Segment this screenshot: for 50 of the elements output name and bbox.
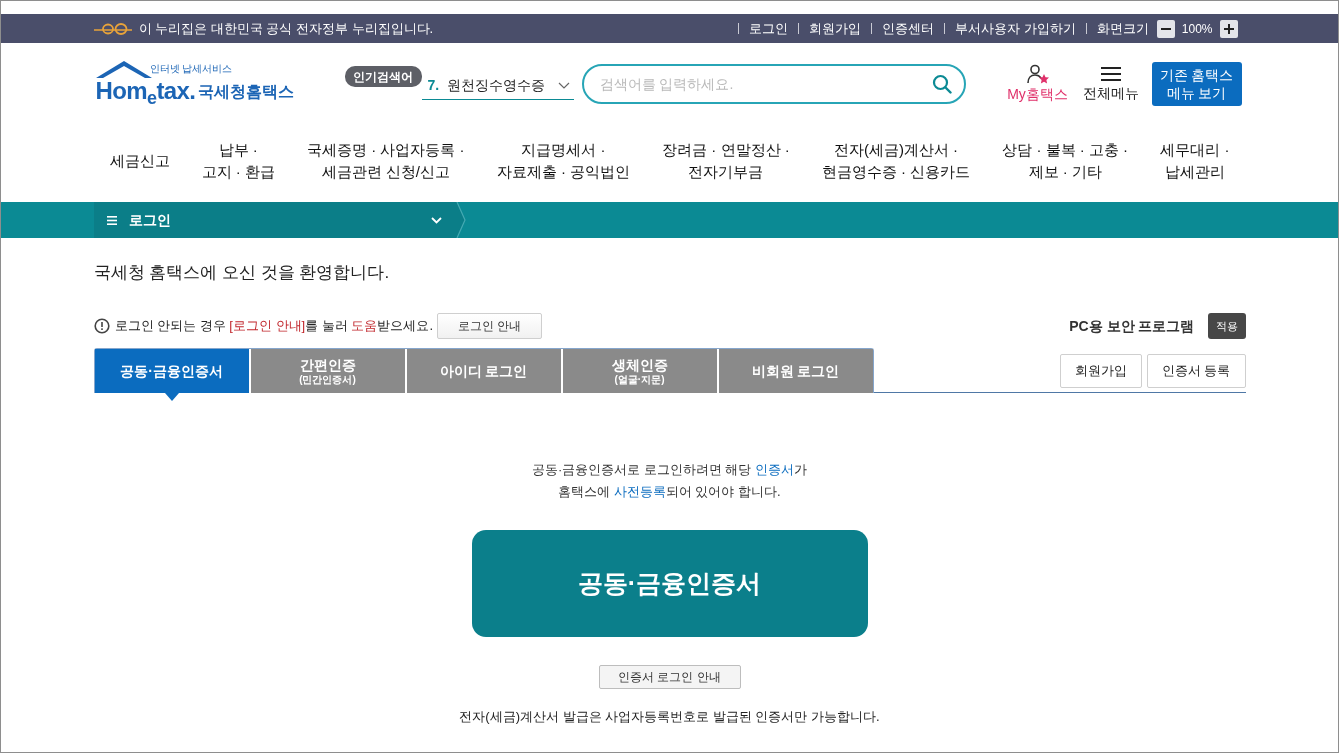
top-link[interactable]: 인증센터 <box>882 18 935 39</box>
logo-name: 국세청홈택스 <box>198 84 295 100</box>
nav-menu-item[interactable]: 납부 · 고지 · 환급 <box>201 138 275 183</box>
logo-icon <box>93 22 132 35</box>
side-button[interactable]: 회원가입 <box>1059 354 1142 388</box>
footnote-text: 전자(세금)계산서 발급은 사업자등록번호로 발급된 인증서만 가능합니다. <box>459 708 880 726</box>
login-tab[interactable]: 공동·금융인증서 <box>94 349 249 393</box>
roof-icon <box>95 61 152 78</box>
zoom-in-button[interactable] <box>1219 19 1238 38</box>
certificate-notice: 공동·금융인증서로 로그인하려면 해당 인증서 가 홈택스에 사전등록되어 있어야 합니다. <box>531 461 808 501</box>
zoom-value: 100% <box>1181 20 1213 38</box>
nav-menu-item[interactable]: 세금신고 <box>109 149 170 172</box>
popular-search-badge: 인기검색어 <box>344 66 422 87</box>
menu-icon <box>106 215 117 225</box>
nav-menu-item[interactable]: 국세증명 · 사업자등록 · 세금관련 신청/신고 <box>307 138 465 183</box>
minus-icon <box>1160 27 1171 30</box>
login-guide-button[interactable]: 로그인 안내 <box>437 313 543 339</box>
nav-menu-item[interactable]: 세무대리 · 납세관리 <box>1160 138 1230 183</box>
search-icon[interactable] <box>931 74 952 94</box>
zoom-label: 화면크기 <box>1096 19 1149 38</box>
top-link[interactable]: 로그인 <box>749 18 789 39</box>
nav-menu-item[interactable]: 전자(세금)계산서 · 현금영수증 · 신용카드 <box>821 138 971 183</box>
exclamation-circle-icon <box>93 318 110 334</box>
nav-menu-item[interactable]: 지급명세서 · 자료제출 · 공익법인 <box>496 138 631 183</box>
my-hometax-link[interactable]: My홈택스 <box>1005 63 1070 105</box>
login-help-text: 로그인 안되는 경우 [로그인 안내]를 눌러 도움받으세요. <box>114 317 434 336</box>
certificate-login-button[interactable]: 공동·금융인증서 <box>471 530 868 637</box>
zoom-out-button[interactable] <box>1156 19 1175 38</box>
top-link[interactable]: 회원가입 <box>809 18 862 39</box>
menu-icon <box>1100 64 1121 81</box>
certificate-guide-button[interactable]: 인증서 로그인 안내 <box>598 665 741 689</box>
nav-menu-item[interactable]: 상담 · 불복 · 고충 · 제보 · 기타 <box>1002 138 1129 183</box>
classic-menu-button[interactable]: 기존 홈택스 메뉴 보기 <box>1151 62 1242 106</box>
nav-menu-item[interactable]: 장려금 · 연말정산 · 전자기부금 <box>662 138 790 183</box>
search-field[interactable]: 검색어를 입력하세요. <box>581 64 966 104</box>
official-site-notice: 이 누리집은 대한민국 공식 전자정부 누리집입니다. <box>138 19 434 38</box>
logo-wordmark: Hom$_{e}$tax. <box>95 79 196 103</box>
top-link[interactable]: 부서사용자 가입하기 <box>955 18 1076 39</box>
tab-pointer-icon <box>164 393 179 401</box>
plus-icon <box>1223 23 1234 34</box>
apply-button[interactable]: 적용 <box>1207 313 1246 339</box>
chevron-down-icon <box>430 216 442 224</box>
chevron-down-icon <box>557 82 570 89</box>
logo-tagline: 인터넷 납세서비스 <box>149 64 233 74</box>
security-program-label: PC용 보안 프로그램 <box>1069 316 1195 336</box>
all-menu-link[interactable]: 전체메뉴 <box>1081 64 1140 104</box>
side-button[interactable]: 인증서 등록 <box>1146 354 1246 388</box>
popular-search-dropdown[interactable]: 7. 원천징수영수증 <box>421 72 574 100</box>
welcome-heading: 국세청 홈택스에 오신 것을 환영합니다. <box>93 262 390 284</box>
user-star-icon <box>1025 63 1050 84</box>
